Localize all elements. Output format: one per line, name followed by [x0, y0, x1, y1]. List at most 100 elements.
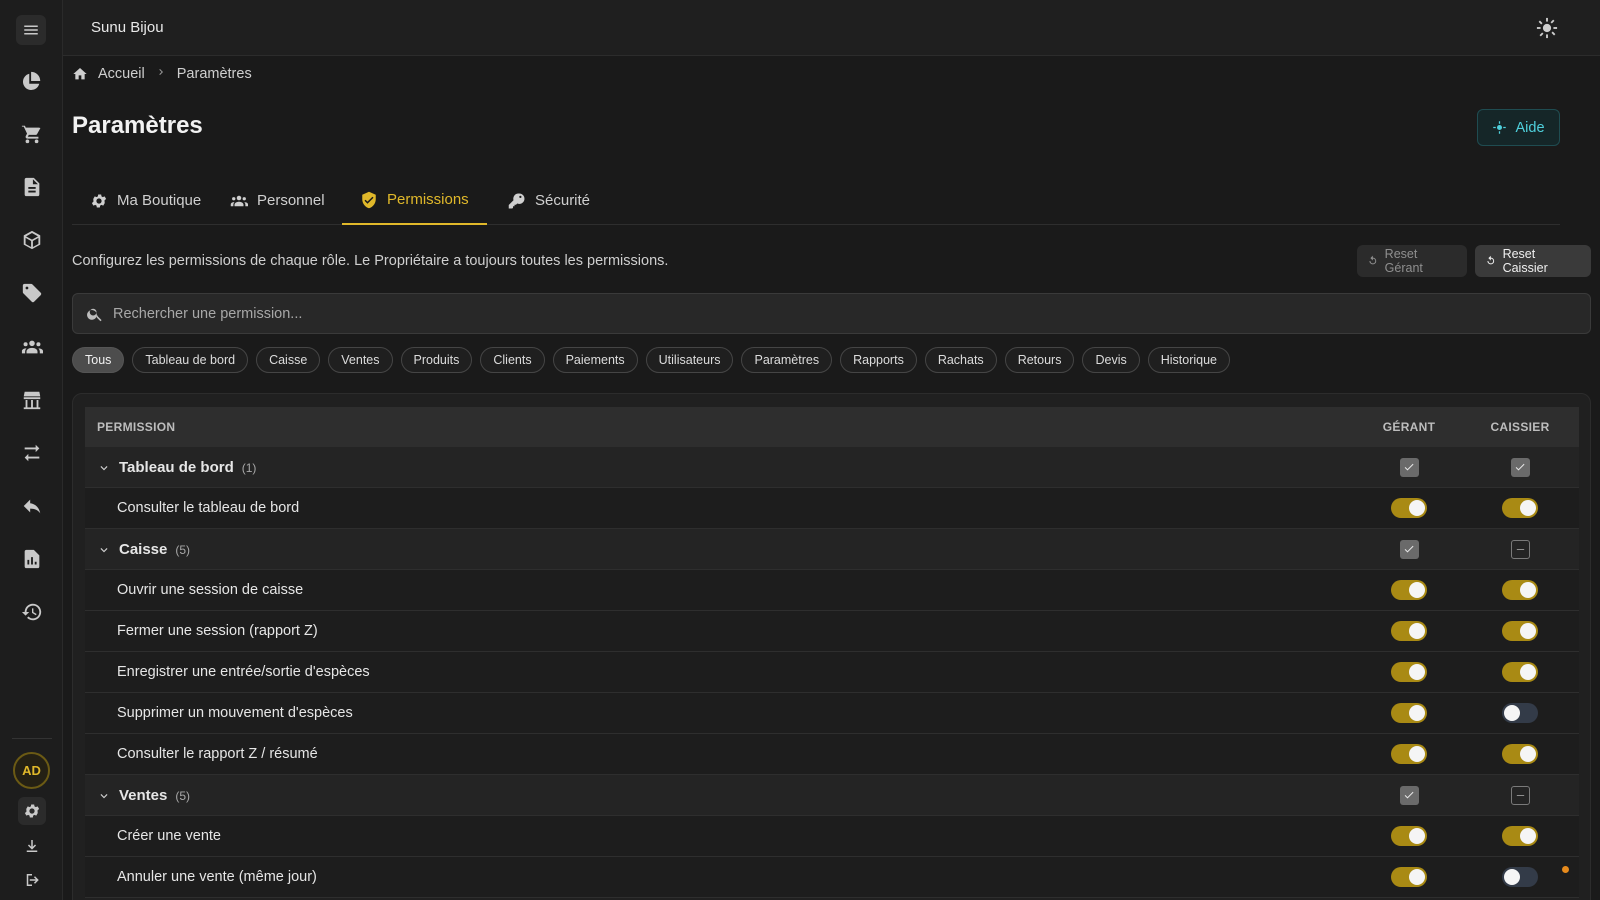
- filter-chip[interactable]: Clients: [480, 347, 545, 373]
- group-row[interactable]: Tableau de bord (1): [85, 447, 1579, 488]
- theme-toggle-button[interactable]: [1536, 17, 1558, 39]
- filter-chip[interactable]: Tableau de bord: [132, 347, 249, 373]
- filter-chip[interactable]: Rapports: [840, 347, 917, 373]
- caissier-toggle[interactable]: [1502, 703, 1538, 723]
- collapse-toggle[interactable]: [97, 789, 111, 803]
- menu-toggle-button[interactable]: [16, 15, 46, 45]
- column-permission: PERMISSION: [97, 420, 176, 434]
- permission-label: Ouvrir une session de caisse: [117, 582, 304, 598]
- caissier-toggle[interactable]: [1502, 621, 1538, 641]
- permission-label: Consulter le rapport Z / résumé: [117, 746, 318, 762]
- filter-chip[interactable]: Retours: [1004, 347, 1075, 373]
- group-label: Ventes (5): [119, 787, 190, 804]
- gerant-toggle[interactable]: [1391, 498, 1427, 518]
- group-row[interactable]: Caisse (5): [85, 529, 1579, 570]
- filter-chip[interactable]: Paiements: [552, 347, 638, 373]
- toggle-knob: [1409, 869, 1425, 885]
- toggle-knob: [1520, 828, 1536, 844]
- caissier-group-checkbox[interactable]: [1510, 785, 1530, 805]
- avatar[interactable]: AD: [13, 752, 50, 789]
- sidebar-item-rapports[interactable]: [12, 539, 52, 579]
- caissier-group-checkbox[interactable]: [1510, 457, 1530, 477]
- group-label: Caisse (5): [119, 541, 190, 558]
- help-button[interactable]: Aide: [1477, 109, 1560, 146]
- caissier-toggle[interactable]: [1502, 580, 1538, 600]
- logout-icon: [26, 874, 39, 886]
- caissier-toggle[interactable]: [1502, 744, 1538, 764]
- sidebar-settings-button[interactable]: [18, 797, 46, 825]
- caissier-toggle[interactable]: [1502, 826, 1538, 846]
- gerant-toggle[interactable]: [1391, 703, 1427, 723]
- tab-ma-boutique[interactable]: Ma Boutique: [72, 176, 219, 225]
- gerant-cell: [1372, 816, 1446, 856]
- filter-chip[interactable]: Utilisateurs: [645, 347, 734, 373]
- breadcrumb-home[interactable]: Accueil: [98, 66, 145, 82]
- sidebar-item-produits[interactable]: [12, 220, 52, 260]
- gerant-group-checkbox[interactable]: [1399, 539, 1419, 559]
- gerant-toggle[interactable]: [1391, 580, 1427, 600]
- caissier-toggle[interactable]: [1502, 662, 1538, 682]
- undo-icon: [23, 499, 41, 514]
- toggle-knob: [1520, 746, 1536, 762]
- group-name: Ventes: [119, 787, 168, 804]
- collapse-toggle[interactable]: [97, 543, 111, 557]
- filter-chip[interactable]: Ventes: [328, 347, 393, 373]
- minus-icon: [1516, 548, 1524, 550]
- gerant-toggle[interactable]: [1391, 867, 1427, 887]
- collapse-toggle[interactable]: [97, 461, 111, 475]
- tab-permissions[interactable]: Permissions: [342, 176, 487, 225]
- gerant-group-checkbox[interactable]: [1399, 457, 1419, 477]
- sidebar-item-retours[interactable]: [12, 486, 52, 526]
- tab-securite[interactable]: Sécurité: [490, 176, 608, 225]
- sidebar-item-documents[interactable]: [12, 167, 52, 207]
- sidebar-item-caisse[interactable]: [12, 114, 52, 154]
- download-button[interactable]: [18, 832, 46, 860]
- caissier-toggle[interactable]: [1502, 867, 1538, 887]
- sidebar-item-historique[interactable]: [12, 592, 52, 632]
- permission-search: [72, 293, 1591, 334]
- home-icon[interactable]: [72, 66, 88, 82]
- gerant-toggle[interactable]: [1391, 621, 1427, 641]
- reset-gerant-label: Reset Gérant: [1384, 247, 1423, 275]
- filter-chip[interactable]: Tous: [72, 347, 125, 373]
- toggle-knob: [1520, 623, 1536, 639]
- filter-chip[interactable]: Historique: [1147, 347, 1231, 373]
- toggle-knob: [1520, 664, 1536, 680]
- search-input[interactable]: [113, 294, 1573, 333]
- notification-dot: [1562, 866, 1569, 873]
- logout-button[interactable]: [18, 866, 46, 894]
- reset-gerant-button[interactable]: Reset Gérant: [1357, 245, 1467, 277]
- permission-row: Enregistrer une entrée/sortie d'espèces: [85, 652, 1579, 693]
- sidebar-item-transferts[interactable]: [12, 433, 52, 473]
- filter-chip[interactable]: Caisse: [256, 347, 321, 373]
- caissier-group-checkbox[interactable]: [1510, 539, 1530, 559]
- sidebar-item-dashboard[interactable]: [12, 61, 52, 101]
- filter-chip[interactable]: Devis: [1082, 347, 1140, 373]
- gerant-group-checkbox[interactable]: [1399, 785, 1419, 805]
- toggle-knob: [1504, 869, 1520, 885]
- sidebar-item-boutique[interactable]: [12, 380, 52, 420]
- sidebar-item-clients[interactable]: [12, 327, 52, 367]
- toggle-knob: [1409, 623, 1425, 639]
- gerant-toggle[interactable]: [1391, 744, 1427, 764]
- caissier-cell: [1483, 775, 1557, 815]
- sidebar-item-tags[interactable]: [12, 273, 52, 313]
- gerant-toggle[interactable]: [1391, 662, 1427, 682]
- column-gerant: GÉRANT: [1382, 420, 1436, 434]
- filter-chip[interactable]: Produits: [400, 347, 473, 373]
- caissier-cell: [1483, 734, 1557, 774]
- breadcrumb-separator: [155, 66, 167, 82]
- caissier-toggle[interactable]: [1502, 498, 1538, 518]
- caissier-cell: [1483, 488, 1557, 528]
- filter-chip[interactable]: Rachats: [924, 347, 997, 373]
- gear-icon: [24, 804, 40, 818]
- filter-chip[interactable]: Paramètres: [741, 347, 833, 373]
- reset-caissier-button[interactable]: Reset Caissier: [1475, 245, 1591, 277]
- caissier-cell: [1483, 529, 1557, 569]
- gerant-cell: [1372, 529, 1446, 569]
- group-row[interactable]: Ventes (5): [85, 775, 1579, 816]
- tab-personnel[interactable]: Personnel: [212, 176, 343, 225]
- shield-check-icon: [362, 191, 376, 208]
- gerant-toggle[interactable]: [1391, 826, 1427, 846]
- help-label: Aide: [1515, 119, 1545, 136]
